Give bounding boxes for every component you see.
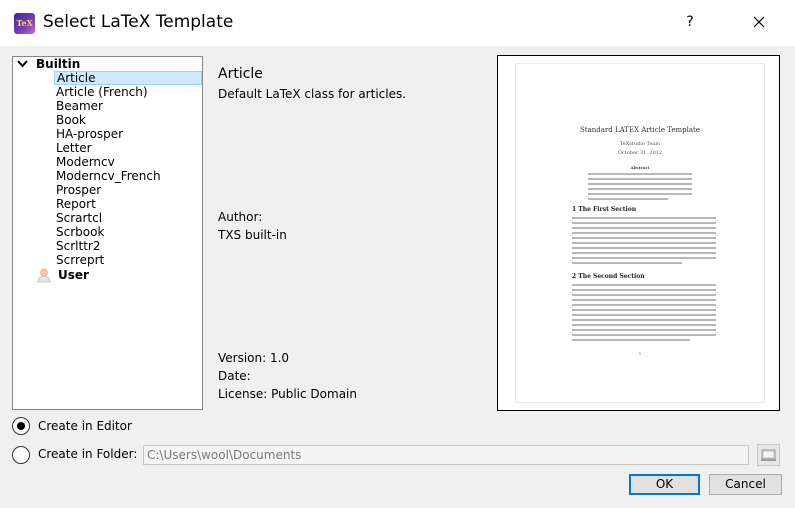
ok-button[interactable]: OK [629, 474, 700, 495]
close-button[interactable] [748, 10, 770, 34]
window-title: Select LaTeX Template [43, 12, 234, 32]
preview-text-line [572, 242, 716, 244]
preview-text-line [572, 232, 716, 234]
create-in-editor-label[interactable]: Create in Editor [38, 419, 132, 433]
preview-text-line [572, 304, 716, 306]
preview-section-2: 2 The Second Section [572, 273, 645, 280]
preview-text-line [572, 329, 716, 331]
author-value: TXS built-in [218, 228, 287, 242]
preview-abstract-heading: Abstract [630, 165, 650, 170]
preview-title: Standard LATEX Article Template [579, 126, 701, 134]
preview-text-line [572, 334, 716, 336]
preview-text-line [572, 227, 716, 229]
tree-item-moderncv-french[interactable]: Moderncv_French [56, 169, 163, 183]
author-label: Author: [218, 210, 263, 224]
preview-text-line [572, 309, 716, 311]
create-in-folder-radio[interactable] [12, 446, 30, 464]
template-name: Article [218, 66, 263, 82]
tree-item-moderncv[interactable]: Moderncv [56, 155, 117, 169]
preview-text-line [572, 324, 716, 326]
tree-item-scrlttr2[interactable]: Scrlttr2 [56, 239, 102, 253]
tree-group-label: User [58, 268, 89, 282]
preview-text-line [572, 222, 716, 224]
preview-text-line [572, 257, 716, 259]
tree-item-article[interactable]: Article [54, 71, 202, 85]
radio-selected-dot [17, 422, 25, 430]
template-preview: Standard LATEX Article Template TeXstudi… [497, 55, 780, 411]
preview-text-line [572, 339, 690, 341]
preview-text-line [588, 183, 692, 185]
tree-group-user[interactable]: User [13, 268, 202, 283]
tree-item-article-french[interactable]: Article (French) [56, 85, 150, 99]
preview-text-line [572, 237, 716, 239]
preview-text-line [588, 193, 692, 195]
help-button[interactable]: ? [680, 10, 700, 34]
chevron-down-icon[interactable] [17, 60, 28, 68]
preview-text-line [572, 289, 716, 291]
close-icon [753, 16, 765, 28]
tree-item-report[interactable]: Report [56, 197, 98, 211]
tree-item-ha-prosper[interactable]: HA-prosper [56, 127, 125, 141]
preview-page-number: 1 [638, 351, 642, 356]
preview-text-line [572, 262, 682, 264]
preview-text-line [572, 299, 716, 301]
texstudio-app-icon: TeX [14, 13, 35, 34]
preview-text-line [572, 217, 716, 219]
cancel-button[interactable]: Cancel [709, 474, 782, 495]
preview-page: Standard LATEX Article Template TeXstudi… [516, 64, 764, 402]
tree-item-book[interactable]: Book [56, 113, 88, 127]
browse-folder-button[interactable] [757, 444, 780, 466]
tree-item-scrreprt[interactable]: Scrreprt [56, 253, 106, 267]
preview-text-line [588, 173, 692, 175]
preview-section-1: 1 The First Section [572, 206, 637, 213]
tree-item-scrbook[interactable]: Scrbook [56, 225, 106, 239]
preview-text-line [588, 198, 668, 200]
tree-item-scrartcl[interactable]: Scrartcl [56, 211, 104, 225]
preview-author: TeXstudio Team [619, 141, 661, 147]
tree-item-letter[interactable]: Letter [56, 141, 94, 155]
tree-group-builtin[interactable]: Builtin [13, 57, 202, 71]
preview-text-line [572, 252, 716, 254]
license-text: License: Public Domain [218, 387, 357, 401]
preview-text-line [588, 188, 692, 190]
folder-path-input[interactable]: C:\Users\wool\Documents [143, 445, 749, 465]
title-bar: TeX Select LaTeX Template ? [0, 0, 795, 46]
tree-item-beamer[interactable]: Beamer [56, 99, 105, 113]
preview-text-line [572, 294, 716, 296]
create-in-folder-label[interactable]: Create in Folder: [38, 447, 137, 461]
template-description: Default LaTeX class for articles. [218, 87, 407, 101]
preview-text-line [588, 178, 692, 180]
template-tree[interactable]: Builtin Article Article (French) Beamer … [12, 56, 203, 410]
browse-icon [761, 449, 776, 461]
preview-date: October 31, 2012 [617, 150, 663, 156]
create-in-editor-radio[interactable] [12, 417, 30, 435]
version-text: Version: 1.0 [218, 351, 290, 365]
user-icon [37, 268, 51, 283]
date-text: Date: [218, 369, 251, 383]
preview-text-line [572, 247, 716, 249]
tree-group-label: Builtin [36, 57, 81, 71]
tree-item-prosper[interactable]: Prosper [56, 183, 103, 197]
tree-item-label: Article [57, 71, 96, 85]
preview-text-line [572, 319, 716, 321]
preview-text-line [572, 284, 716, 286]
preview-text-line [572, 314, 716, 316]
